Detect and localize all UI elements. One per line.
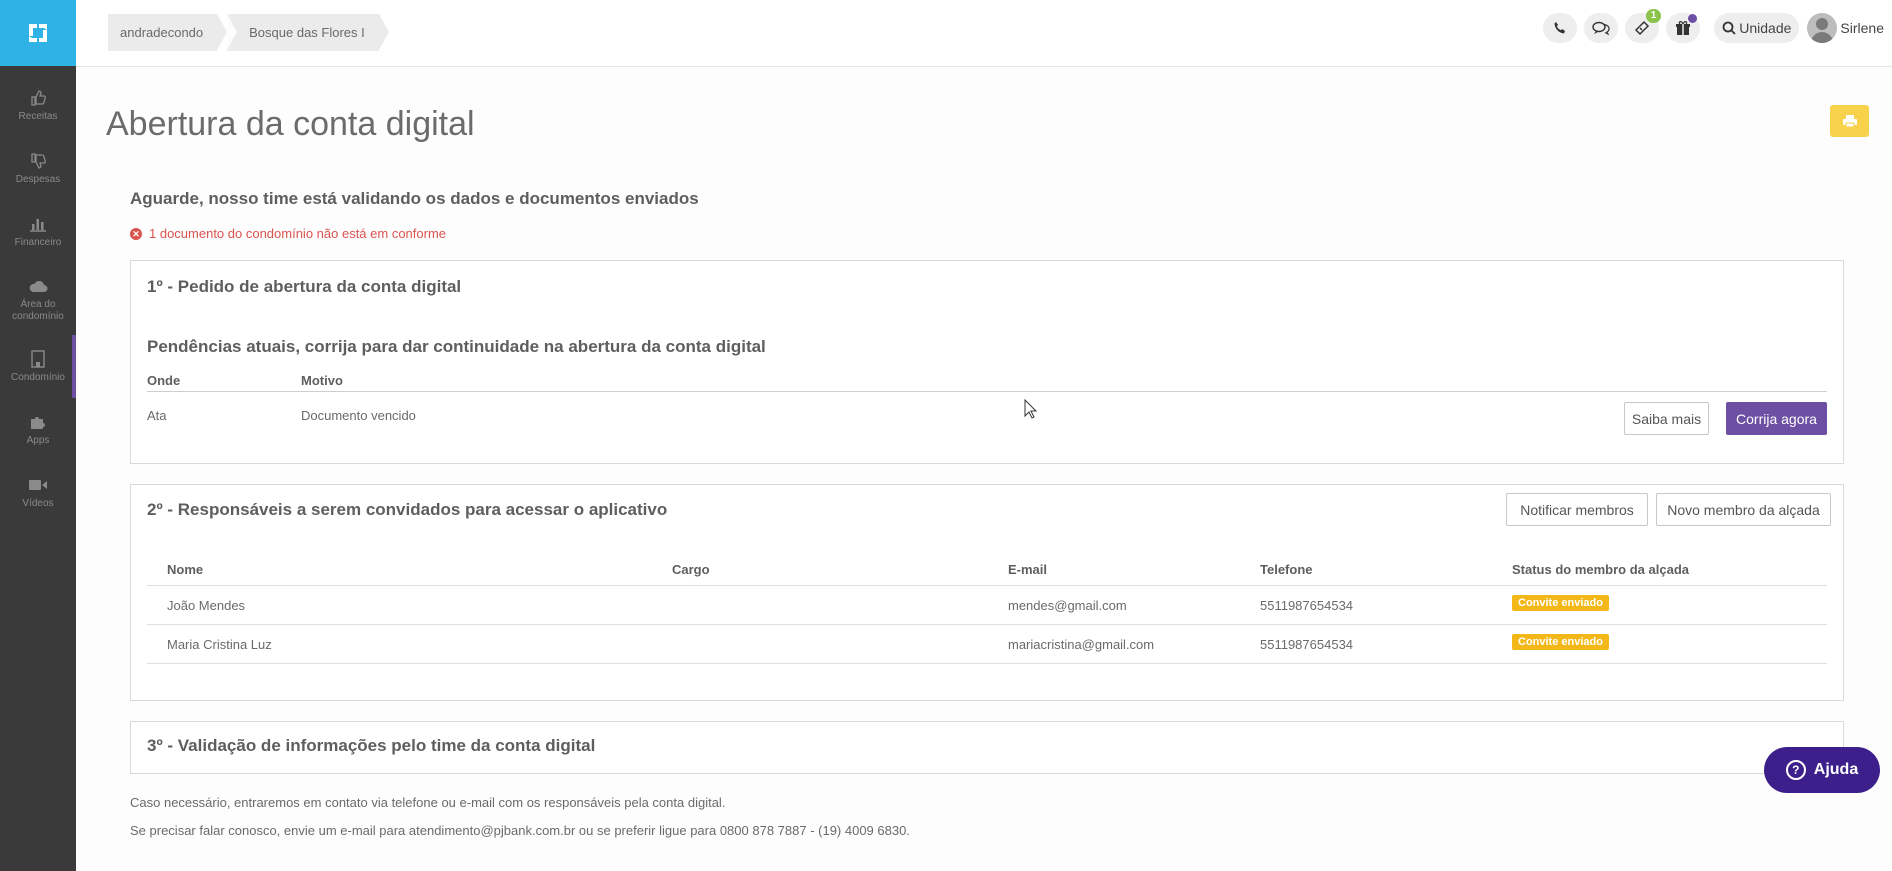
notification-count-badge: 1 <box>1645 9 1662 23</box>
sidebar-item-label: Condomínio <box>11 372 65 383</box>
sidebar-item-label: Apps <box>26 435 50 446</box>
cloud-icon <box>27 276 49 296</box>
table-row: Maria Cristina Luz mariacristina@gmail.c… <box>147 625 1827 664</box>
column-header-motivo: Motivo <box>301 373 343 388</box>
bar-chart-icon <box>27 214 49 234</box>
phone-icon <box>1554 22 1566 34</box>
section-responsibles: 2º - Responsáveis a serem convidados par… <box>130 484 1844 701</box>
puzzle-icon <box>27 412 49 432</box>
chat-icon <box>1592 21 1610 35</box>
sidebar-item-apps[interactable]: Apps <box>0 398 76 461</box>
breadcrumb-item-condo[interactable]: Bosque das Flores I <box>227 14 389 51</box>
learn-more-button[interactable]: Saiba mais <box>1624 402 1709 435</box>
help-button[interactable]: ? Ajuda <box>1764 747 1880 793</box>
thumbs-down-icon <box>27 151 49 171</box>
cell-onde: Ata <box>147 408 167 423</box>
print-button[interactable] <box>1830 105 1869 137</box>
fix-now-button[interactable]: Corrija agora <box>1726 402 1827 435</box>
mouse-cursor-icon <box>1024 399 1038 419</box>
sidebar-item-receitas[interactable]: Receitas <box>0 74 76 137</box>
search-icon <box>1722 21 1736 35</box>
sidebar-item-label: Financeiro <box>14 237 62 248</box>
app-logo[interactable] <box>0 0 76 66</box>
error-icon: ✕ <box>130 227 142 240</box>
sidebar-item-label: Despesas <box>15 174 61 185</box>
cell-nome: Maria Cristina Luz <box>167 637 272 652</box>
section-title: 2º - Responsáveis a serem convidados par… <box>147 500 668 519</box>
section-account-request: 1º - Pedido de abertura da conta digital… <box>130 260 1844 464</box>
cell-telefone: 5511987654534 <box>1260 637 1354 652</box>
members-table-header: Nome Cargo E-mail Telefone Status do mem… <box>147 555 1827 586</box>
page-title: Abertura da conta digital <box>106 105 475 143</box>
phone-button[interactable] <box>1543 13 1578 43</box>
unit-search-button[interactable]: Unidade <box>1714 13 1800 43</box>
sidebar-item-label: Vídeos <box>22 498 54 509</box>
section-title: 1º - Pedido de abertura da conta digital <box>147 277 462 296</box>
breadcrumb-item-account[interactable]: andradecondo <box>108 14 228 51</box>
cell-nome: João Mendes <box>167 598 246 613</box>
sidebar-item-financeiro[interactable]: Financeiro <box>0 200 76 263</box>
breadcrumb: andradecondo Bosque das Flores I <box>108 14 389 51</box>
cell-email: mariacristina@gmail.com <box>1008 637 1155 652</box>
section-validation: 3º - Validação de informações pelo time … <box>130 721 1844 774</box>
cell-telefone: 5511987654534 <box>1260 598 1354 613</box>
footer-contact-note: Caso necessário, entraremos em contato v… <box>130 795 726 810</box>
footer-support-note: Se precisar falar conosco, envie um e-ma… <box>130 823 910 838</box>
logo-icon <box>29 24 47 42</box>
table-row: Ata Documento vencido <box>147 398 1827 432</box>
column-header-nome: Nome <box>167 562 204 577</box>
column-header-email: E-mail <box>1008 562 1048 577</box>
gift-indicator-dot <box>1688 14 1698 23</box>
column-header-telefone: Telefone <box>1260 562 1313 577</box>
column-header-cargo: Cargo <box>672 562 710 577</box>
pending-title: Pendências atuais, corrija para dar cont… <box>147 337 766 356</box>
building-icon <box>27 349 49 369</box>
unit-label: Unidade <box>1739 20 1792 36</box>
video-icon <box>27 475 49 495</box>
chat-button[interactable] <box>1584 13 1619 43</box>
status-badge: Convite enviado <box>1512 634 1609 650</box>
column-header-onde: Onde <box>147 373 181 388</box>
section-title: 3º - Validação de informações pelo time … <box>147 736 596 755</box>
table-row: João Mendes mendes@gmail.com 55119876545… <box>147 586 1827 625</box>
column-header-status: Status do membro da alçada <box>1512 562 1689 577</box>
user-menu[interactable]: Sirlene <box>1807 13 1884 43</box>
ticket-icon <box>1635 20 1650 36</box>
sidebar: Receitas Despesas Financeiro Área do con… <box>0 0 76 871</box>
sidebar-item-condominio[interactable]: Condomínio <box>0 335 76 398</box>
gift-icon <box>1676 21 1691 35</box>
sidebar-item-label: Receitas <box>18 111 58 122</box>
sidebar-item-videos[interactable]: Vídeos <box>0 461 76 524</box>
avatar <box>1807 13 1838 43</box>
status-badge: Convite enviado <box>1512 595 1609 611</box>
pending-table-header: Onde Motivo <box>147 373 1827 392</box>
sidebar-item-despesas[interactable]: Despesas <box>0 137 76 200</box>
cell-email: mendes@gmail.com <box>1008 598 1127 613</box>
new-member-button[interactable]: Novo membro da alçada <box>1656 493 1831 526</box>
sidebar-item-area-do-condominio[interactable]: Área do condomínio <box>0 263 76 335</box>
notify-members-button[interactable]: Notificar membros <box>1506 493 1648 526</box>
tickets-button[interactable]: 1 <box>1625 9 1662 43</box>
warning-message: ✕ 1 documento do condomínio não está em … <box>130 226 446 241</box>
printer-icon <box>1842 115 1857 128</box>
gift-button[interactable] <box>1666 13 1701 43</box>
thumbs-up-icon <box>27 88 49 108</box>
question-icon: ? <box>1785 760 1806 780</box>
top-bar: andradecondo Bosque das Flores I 1 Unida… <box>76 0 1892 67</box>
help-label: Ajuda <box>1813 761 1859 778</box>
user-name: Sirlene <box>1840 20 1884 36</box>
cell-motivo: Documento vencido <box>301 408 416 423</box>
sidebar-item-label: Área do condomínio <box>12 298 64 322</box>
warning-text: 1 documento do condomínio não está em co… <box>149 226 447 241</box>
status-message: Aguarde, nosso time está validando os da… <box>130 189 699 208</box>
